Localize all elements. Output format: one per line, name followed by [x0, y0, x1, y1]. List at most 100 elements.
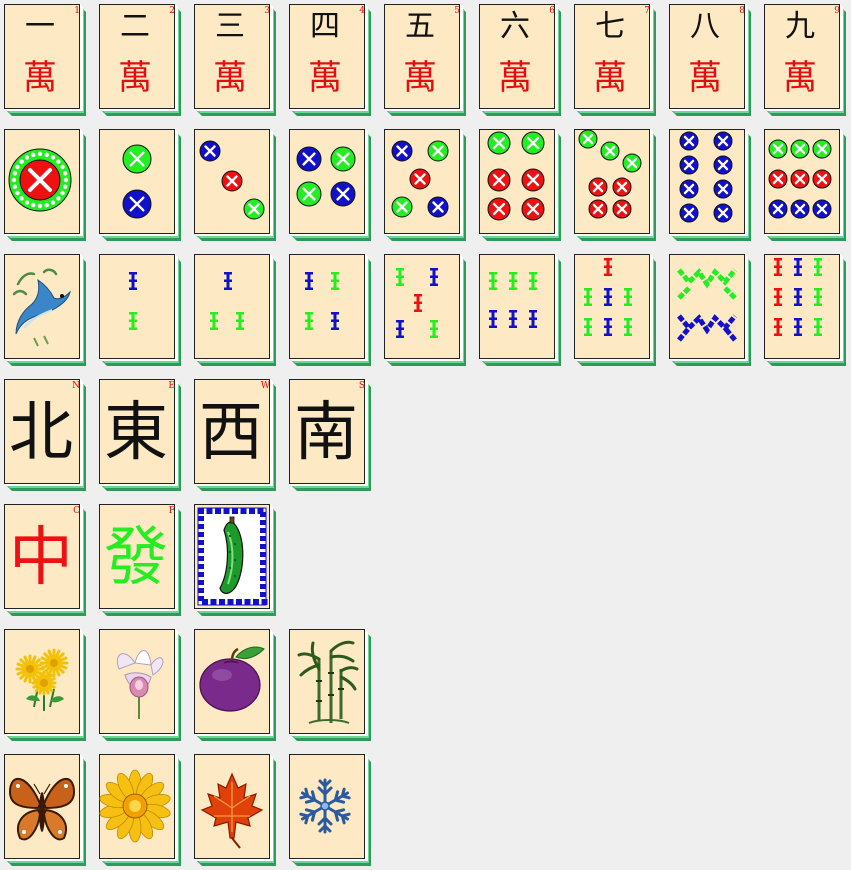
wan-character: 萬 [403, 58, 437, 98]
circle-tile[interactable] [4, 129, 86, 241]
character-numeral: 一 [25, 9, 55, 44]
character-tile[interactable]: 三萬 3 [194, 4, 276, 116]
wind-tile[interactable]: 西W [194, 379, 276, 491]
bamboo-tile[interactable] [764, 254, 846, 366]
bamboo-sticks-icon [396, 268, 438, 338]
circle-tile[interactable] [479, 129, 561, 241]
character-tile[interactable]: 四萬 4 [289, 4, 371, 116]
character-tile[interactable]: 八萬 8 [669, 4, 751, 116]
character-tile[interactable]: 七萬 7 [574, 4, 656, 116]
bird-icon [12, 268, 71, 347]
sunflower-icon [99, 769, 171, 843]
character-tile[interactable]: 一萬 1 [4, 4, 86, 116]
circle-pips-icon [487, 131, 545, 221]
dragon-character: 中 [9, 521, 73, 595]
wind-character: 西 [199, 396, 263, 470]
tile-corner-index: 5 [454, 6, 460, 16]
snowflake-icon [299, 778, 351, 834]
bamboo-tile[interactable] [384, 254, 466, 366]
character-numeral: 五 [405, 9, 435, 44]
bamboo-tile[interactable] [289, 254, 371, 366]
season-tile[interactable] [4, 754, 86, 866]
season-tile[interactable] [99, 754, 181, 866]
season-tile[interactable] [289, 754, 371, 866]
flower-tile[interactable] [99, 629, 181, 741]
tile-corner-index: 8 [739, 6, 745, 16]
dragon-tile[interactable]: 中C [4, 504, 86, 616]
character-numeral: 六 [500, 9, 530, 44]
wan-character: 萬 [688, 58, 722, 98]
bamboo-sticks-icon [210, 272, 244, 330]
tile-corner-index: 6 [549, 6, 555, 16]
circle-tile[interactable] [669, 129, 751, 241]
character-tile[interactable]: 五萬 5 [384, 4, 466, 116]
tile-corner-index: C [73, 506, 80, 516]
bamboo-tile[interactable] [574, 254, 656, 366]
circle-tile[interactable] [99, 129, 181, 241]
bamboo-tile[interactable] [99, 254, 181, 366]
dragon-tile[interactable] [194, 504, 276, 616]
character-numeral: 二 [120, 9, 150, 44]
tile-corner-index: N [72, 381, 80, 391]
circle-pips-icon [8, 148, 72, 212]
character-tile[interactable]: 二萬 2 [99, 4, 181, 116]
wind-character: 南 [294, 396, 358, 470]
wan-character: 萬 [308, 58, 342, 98]
plum-icon [199, 646, 265, 712]
flower-tile[interactable] [194, 629, 276, 741]
character-tile[interactable]: 六萬 6 [479, 4, 561, 116]
circle-pips-icon [578, 129, 642, 219]
character-numeral: 三 [215, 9, 245, 44]
tile-corner-index: W [260, 381, 270, 391]
character-numeral: 四 [310, 9, 340, 44]
bamboo-sticks-icon [774, 258, 822, 336]
circle-tile[interactable] [384, 129, 466, 241]
orchid-icon [117, 650, 164, 719]
tile-corner-index: 3 [264, 6, 270, 16]
wan-character: 萬 [213, 58, 247, 98]
flower-tile[interactable] [4, 629, 86, 741]
wind-tile[interactable]: 東E [99, 379, 181, 491]
bamboo-sticks-icon [305, 272, 339, 330]
bamboo-tile[interactable] [669, 254, 751, 366]
wan-character: 萬 [593, 58, 627, 98]
circle-pips-icon [122, 144, 152, 219]
bamboo-plant-icon [297, 640, 359, 724]
flower-tile[interactable] [289, 629, 371, 741]
circle-pips-icon [768, 139, 832, 219]
season-tile[interactable] [194, 754, 276, 866]
dragon-tile[interactable]: 發F [99, 504, 181, 616]
bamboo-sticks-icon [489, 272, 537, 328]
circle-tile[interactable] [194, 129, 276, 241]
wan-character: 萬 [783, 58, 817, 98]
butterfly-icon [8, 777, 76, 841]
bamboo-sticks-icon [129, 272, 137, 330]
bamboo-sticks-icon [584, 258, 632, 336]
wan-character: 萬 [23, 58, 57, 98]
bamboo-tile[interactable] [4, 254, 86, 366]
wan-character: 萬 [118, 58, 152, 98]
maple-leaf-icon [200, 772, 264, 849]
dragon-character: 發 [104, 521, 168, 595]
circle-tile[interactable] [764, 129, 846, 241]
bamboo-tile[interactable] [479, 254, 561, 366]
circle-tile[interactable] [289, 129, 371, 241]
wind-tile[interactable]: 北N [4, 379, 86, 491]
bamboo-tile[interactable] [194, 254, 276, 366]
character-numeral: 九 [785, 9, 815, 44]
wind-character: 東 [104, 396, 168, 470]
wind-tile[interactable]: 南S [289, 379, 371, 491]
chrysanthemum-icon [15, 648, 69, 711]
circle-pips-icon [391, 140, 449, 218]
tile-corner-index: E [168, 381, 175, 391]
bamboo-sticks-icon [677, 268, 737, 342]
wind-character: 北 [9, 396, 73, 470]
circle-tile[interactable] [574, 129, 656, 241]
character-numeral: 八 [690, 9, 720, 44]
circle-pips-icon [199, 140, 265, 220]
tile-corner-index: 1 [74, 6, 80, 16]
character-tile[interactable]: 九萬 9 [764, 4, 846, 116]
tile-corner-index: F [168, 506, 175, 516]
pickle-icon [197, 507, 268, 606]
tile-corner-index: 9 [834, 6, 840, 16]
